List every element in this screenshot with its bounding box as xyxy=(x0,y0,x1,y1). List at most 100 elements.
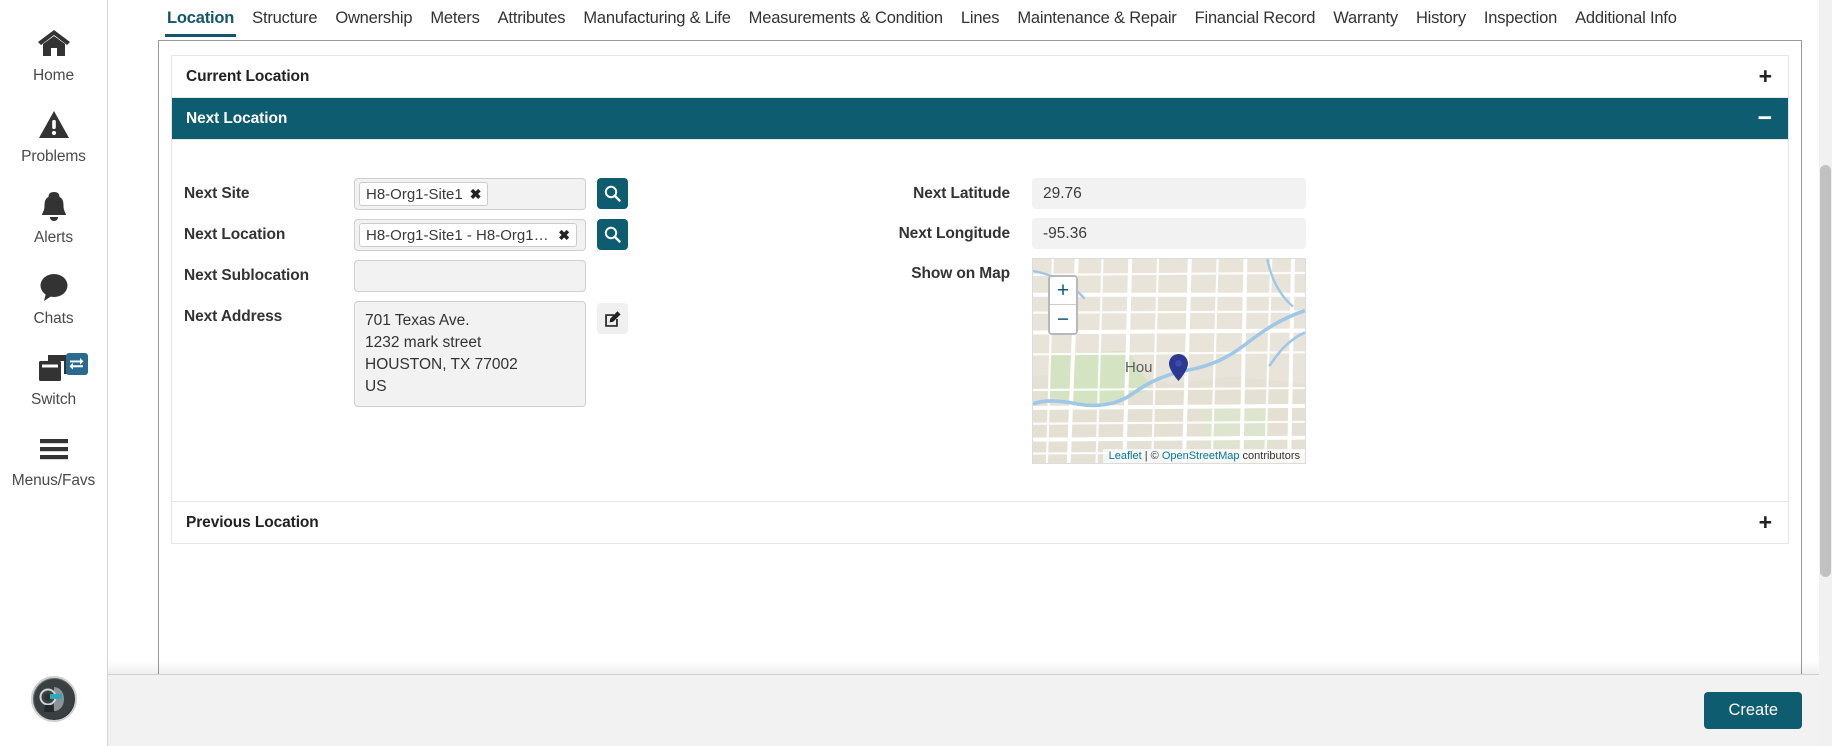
field-label: Next Site xyxy=(184,185,250,202)
field-label: Next Location xyxy=(184,226,286,243)
map-zoom-out-button[interactable]: − xyxy=(1050,305,1076,333)
map-attribution: Leaflet | © OpenStreetMap contributors xyxy=(1102,449,1305,463)
section-header-current-location[interactable]: Current Location + xyxy=(172,56,1788,97)
selected-chip: H8-Org1-Site1 - H8-Org1-S... ✖ xyxy=(359,223,577,247)
sidebar-item-chats[interactable]: Chats xyxy=(0,267,108,348)
expand-plus-icon[interactable]: + xyxy=(1759,65,1772,88)
next-location-input[interactable]: H8-Org1-Site1 - H8-Org1-S... ✖ xyxy=(354,219,586,251)
location-fields-left: Next Site H8-Org1-Site1 ✖ Next Location … xyxy=(172,178,852,473)
address-line: 1232 mark street xyxy=(365,334,482,351)
next-site-search-button[interactable] xyxy=(597,178,628,209)
field-label: Show on Map xyxy=(911,265,1010,282)
map-zoom-in-button[interactable]: + xyxy=(1050,277,1076,305)
warning-triangle-icon xyxy=(38,105,70,145)
tab-financial-record[interactable]: Financial Record xyxy=(1186,3,1325,37)
sidebar-item-label: Menus/Favs xyxy=(11,472,96,489)
field-label: Next Address xyxy=(184,308,283,325)
sidebar-item-label: Switch xyxy=(30,391,77,408)
bell-icon xyxy=(40,186,68,226)
tab-structure[interactable]: Structure xyxy=(243,3,326,37)
section-title: Previous Location xyxy=(186,513,319,531)
tab-maintenance-repair[interactable]: Maintenance & Repair xyxy=(1008,3,1185,37)
section-title: Current Location xyxy=(186,67,310,85)
section-next-location: Next Location − Next Site H8-Org1-Site1 … xyxy=(171,98,1789,502)
tab-location[interactable]: Location xyxy=(158,3,243,37)
tab-history[interactable]: History xyxy=(1407,3,1475,37)
section-current-location: Current Location + xyxy=(171,55,1789,98)
main-content: Location Structure Ownership Meters Attr… xyxy=(108,0,1832,746)
record-tabs: Location Structure Ownership Meters Attr… xyxy=(108,0,1832,40)
field-show-on-map: Show on Map + − Hou Leaflet | © OpenStre… xyxy=(870,258,1788,464)
expand-plus-icon[interactable]: + xyxy=(1759,511,1772,534)
next-address-edit-button[interactable] xyxy=(597,303,628,334)
field-label: Next Longitude xyxy=(898,225,1011,242)
tab-measurements-condition[interactable]: Measurements & Condition xyxy=(740,3,952,37)
map-city-label: Hou xyxy=(1125,359,1153,376)
page-scrollbar[interactable] xyxy=(1819,0,1832,746)
field-next-sublocation: Next Sublocation xyxy=(184,260,852,292)
sidebar-item-home[interactable]: Home xyxy=(0,24,108,105)
footer-action-bar: Create xyxy=(108,661,1832,746)
section-title: Next Location xyxy=(186,109,288,127)
home-icon xyxy=(37,24,71,64)
sidebar-item-alerts[interactable]: Alerts xyxy=(0,186,108,267)
map-zoom-controls[interactable]: + − xyxy=(1048,275,1078,335)
section-header-previous-location[interactable]: Previous Location + xyxy=(172,502,1788,543)
edit-pencil-icon xyxy=(604,310,621,327)
address-line: HOUSTON, TX 77002 xyxy=(365,356,518,373)
next-sublocation-input[interactable] xyxy=(354,260,586,292)
magnifier-icon xyxy=(604,226,621,243)
sidebar-item-label: Problems xyxy=(21,148,86,165)
chip-remove-icon[interactable]: ✖ xyxy=(558,228,570,242)
location-pin-marker[interactable] xyxy=(1169,354,1188,386)
chip-label: H8-Org1-Site1 - H8-Org1-S... xyxy=(366,226,552,244)
field-label: Next Sublocation xyxy=(184,267,309,284)
tab-attributes[interactable]: Attributes xyxy=(489,3,575,37)
address-line: US xyxy=(365,378,387,395)
section-previous-location: Previous Location + xyxy=(171,502,1789,544)
tab-ownership[interactable]: Ownership xyxy=(326,3,421,37)
next-address-input[interactable]: 701 Texas Ave. 1232 mark street HOUSTON,… xyxy=(354,301,586,407)
tab-meters[interactable]: Meters xyxy=(421,3,488,37)
magnifier-icon xyxy=(604,185,621,202)
field-next-address: Next Address 701 Texas Ave. 1232 mark st… xyxy=(184,301,852,407)
tab-lines[interactable]: Lines xyxy=(952,3,1008,37)
next-site-input[interactable]: H8-Org1-Site1 ✖ xyxy=(354,178,586,210)
sidebar-item-menus-favs[interactable]: Menus/Favs xyxy=(0,429,108,510)
hamburger-menu-icon xyxy=(38,429,70,469)
next-longitude-value[interactable]: -95.36 xyxy=(1032,218,1306,249)
field-next-longitude: Next Longitude -95.36 xyxy=(870,218,1788,249)
field-label: Next Latitude xyxy=(913,185,1010,202)
sidebar-item-switch[interactable]: Switch xyxy=(0,348,108,429)
location-panel: Current Location + Next Location − Next … xyxy=(158,40,1802,746)
sidebar-item-label: Alerts xyxy=(33,229,74,246)
attribution-suffix: contributors xyxy=(1239,450,1300,462)
tab-manufacturing-life[interactable]: Manufacturing & Life xyxy=(574,3,739,37)
leaflet-link[interactable]: Leaflet xyxy=(1109,450,1142,462)
chat-bubble-icon xyxy=(38,267,70,307)
collapse-minus-icon[interactable]: − xyxy=(1758,106,1773,131)
field-next-site: Next Site H8-Org1-Site1 ✖ xyxy=(184,178,852,210)
scrollbar-thumb[interactable] xyxy=(1820,165,1831,577)
attribution-separator: | © xyxy=(1141,450,1162,462)
sidebar-item-label: Chats xyxy=(33,310,74,327)
next-latitude-value[interactable]: 29.76 xyxy=(1032,178,1306,209)
swap-arrows-icon[interactable] xyxy=(65,353,88,375)
openstreetmap-link[interactable]: OpenStreetMap xyxy=(1162,450,1240,462)
next-location-search-button[interactable] xyxy=(597,219,628,250)
location-fields-right: Next Latitude 29.76 Next Longitude -95.3… xyxy=(852,178,1788,473)
tab-inspection[interactable]: Inspection xyxy=(1475,3,1566,37)
avatar[interactable] xyxy=(31,676,77,722)
tab-warranty[interactable]: Warranty xyxy=(1324,3,1407,37)
section-body-next-location: Next Site H8-Org1-Site1 ✖ Next Location … xyxy=(172,139,1788,501)
location-map[interactable]: + − Hou Leaflet | © OpenStreetMap contri… xyxy=(1032,258,1306,464)
tab-additional-info[interactable]: Additional Info xyxy=(1566,3,1686,37)
create-button[interactable]: Create xyxy=(1704,692,1802,729)
sidebar-item-problems[interactable]: Problems xyxy=(0,105,108,186)
chip-label: H8-Org1-Site1 xyxy=(366,185,463,203)
left-sidebar: Home Problems Alerts Chats Switch Menus/… xyxy=(0,0,108,746)
chip-remove-icon[interactable]: ✖ xyxy=(470,187,482,201)
selected-chip: H8-Org1-Site1 ✖ xyxy=(359,182,489,206)
section-header-next-location[interactable]: Next Location − xyxy=(172,98,1788,139)
field-next-location: Next Location H8-Org1-Site1 - H8-Org1-S.… xyxy=(184,219,852,251)
